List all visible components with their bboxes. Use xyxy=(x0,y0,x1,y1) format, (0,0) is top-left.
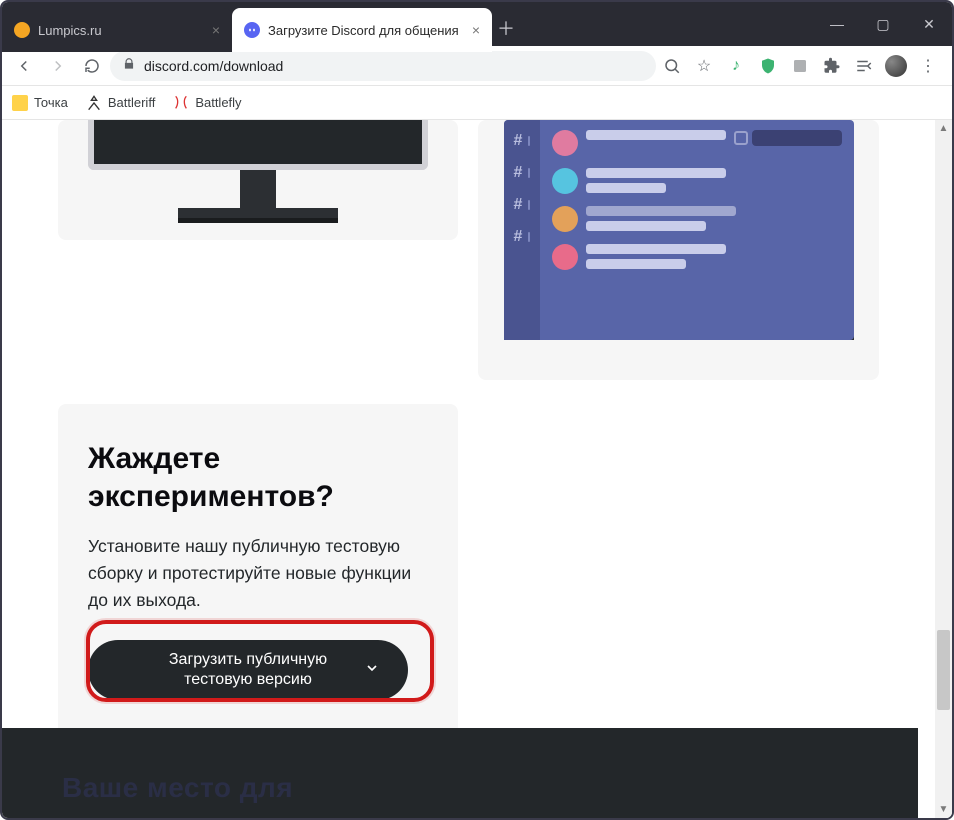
scrollbar[interactable]: ▲ ▼ xyxy=(935,120,952,818)
experiment-heading: Жаждете экспериментов? xyxy=(88,440,428,515)
lumpics-favicon xyxy=(14,22,30,38)
tab-discord-download[interactable]: Загрузите Discord для общения × xyxy=(232,8,492,52)
close-icon[interactable]: × xyxy=(212,22,220,38)
profile-avatar[interactable] xyxy=(882,52,910,80)
scroll-down-icon[interactable]: ▼ xyxy=(935,801,952,818)
bookmarks-bar: Точка Battleriff Battlefly xyxy=(2,86,952,120)
bookmark-battleriff[interactable]: Battleriff xyxy=(86,95,155,111)
window-controls: — ▢ ✕ xyxy=(814,2,952,46)
bookmark-favicon xyxy=(173,95,189,111)
url-text: discord.com/download xyxy=(144,58,283,74)
close-window-button[interactable]: ✕ xyxy=(906,2,952,46)
reload-button[interactable] xyxy=(76,50,108,82)
bookmark-favicon xyxy=(86,95,102,111)
maximize-button[interactable]: ▢ xyxy=(860,2,906,46)
new-tab-button[interactable]: ＋ xyxy=(492,10,520,46)
star-icon[interactable]: ☆ xyxy=(690,52,718,80)
laptop-illustration-card: # # # # xyxy=(478,120,879,380)
tab-title: Lumpics.ru xyxy=(38,23,102,38)
forward-button[interactable] xyxy=(42,50,74,82)
experiment-card: Жаждете экспериментов? Установите нашу п… xyxy=(58,404,458,744)
extension-icon[interactable] xyxy=(786,52,814,80)
address-bar[interactable]: discord.com/download xyxy=(110,51,656,81)
menu-icon[interactable]: ⋮ xyxy=(914,52,942,80)
download-button-label: Загрузить публичную тестовую версию xyxy=(169,650,327,690)
tab-lumpics[interactable]: Lumpics.ru × xyxy=(2,8,232,52)
back-button[interactable] xyxy=(8,50,40,82)
page-content: ▲ ▼ # # xyxy=(2,120,952,818)
download-button-line2: тестовую версию xyxy=(184,671,312,688)
browser-toolbar: discord.com/download ☆ ♪ ⋮ xyxy=(2,46,952,86)
zoom-icon[interactable] xyxy=(658,52,686,80)
bookmark-tochka[interactable]: Точка xyxy=(12,95,68,111)
bookmark-battlefly[interactable]: Battlefly xyxy=(173,95,241,111)
monitor-illustration-card xyxy=(58,120,458,240)
bookmark-favicon xyxy=(12,95,28,111)
discord-favicon xyxy=(244,22,260,38)
download-button-line1: Загрузить публичную xyxy=(169,651,327,668)
monitor-illustration xyxy=(88,120,428,230)
reading-list-icon[interactable] xyxy=(850,52,878,80)
scroll-thumb[interactable] xyxy=(937,630,950,710)
minimize-button[interactable]: — xyxy=(814,2,860,46)
laptop-illustration: # # # # xyxy=(494,120,864,380)
page-footer: Ваше место для xyxy=(2,728,918,818)
top-row: # # # # xyxy=(2,120,935,380)
page-viewport: # # # # xyxy=(2,120,935,818)
bookmark-label: Battlefly xyxy=(195,95,241,110)
shield-extension-icon[interactable] xyxy=(754,52,782,80)
chevron-down-icon xyxy=(364,660,380,681)
toolbar-right-icons: ☆ ♪ ⋮ xyxy=(658,52,946,80)
footer-tagline: Ваше место для xyxy=(62,772,293,804)
experiment-body: Установите нашу публичную тестовую сборк… xyxy=(88,533,428,614)
download-ptb-button[interactable]: Загрузить публичную тестовую версию xyxy=(88,640,408,700)
bookmark-label: Battleriff xyxy=(108,95,155,110)
browser-window: { "tabs": [ { "title": "Lumpics.ru" }, {… xyxy=(0,0,954,820)
tab-title: Загрузите Discord для общения xyxy=(268,23,459,38)
music-extension-icon[interactable]: ♪ xyxy=(722,52,750,80)
close-icon[interactable]: × xyxy=(472,22,480,38)
extensions-puzzle-icon[interactable] xyxy=(818,52,846,80)
lock-icon xyxy=(122,57,136,74)
scroll-up-icon[interactable]: ▲ xyxy=(935,120,952,137)
titlebar: Lumpics.ru × Загрузите Discord для общен… xyxy=(2,2,952,46)
bookmark-label: Точка xyxy=(34,95,68,110)
